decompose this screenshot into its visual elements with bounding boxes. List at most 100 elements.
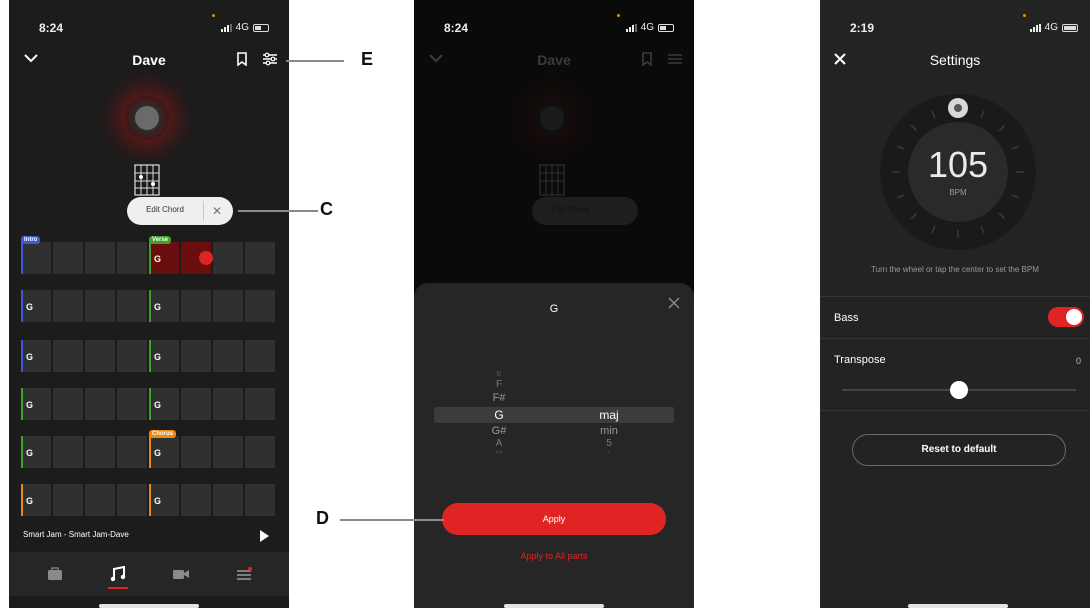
- chord-cell[interactable]: [245, 340, 275, 372]
- selected-chord-title: G: [549, 303, 559, 315]
- divider: [820, 296, 1090, 297]
- note-option[interactable]: F#: [454, 392, 544, 404]
- chord-cell[interactable]: [53, 290, 83, 322]
- close-icon[interactable]: [668, 297, 680, 309]
- status-bar: 8:24 4G: [414, 0, 694, 40]
- chord-cell[interactable]: [117, 242, 147, 274]
- chord-cell[interactable]: [213, 484, 243, 516]
- settings-sliders-icon: [668, 54, 682, 64]
- transpose-label: Transpose: [834, 354, 886, 366]
- chord-cell[interactable]: [245, 290, 275, 322]
- chord-cell[interactable]: G: [21, 340, 51, 372]
- note-option[interactable]: G#: [454, 425, 544, 437]
- mic-indicator-icon: [1023, 14, 1026, 17]
- chord-cell[interactable]: [245, 436, 275, 468]
- transpose-slider-thumb[interactable]: [950, 381, 968, 399]
- note-option[interactable]: F: [454, 379, 544, 390]
- play-icon[interactable]: [260, 530, 269, 542]
- chord-cell[interactable]: [117, 484, 147, 516]
- note-option[interactable]: A: [454, 438, 544, 449]
- chord-cell[interactable]: [245, 242, 275, 274]
- chord-cell[interactable]: [213, 242, 243, 274]
- chord-cell[interactable]: [213, 340, 243, 372]
- quality-option[interactable]: 5: [564, 438, 654, 449]
- chord-cell[interactable]: [181, 388, 211, 420]
- briefcase-icon[interactable]: [40, 559, 70, 589]
- bookmark-icon[interactable]: [236, 52, 248, 66]
- chord-cell[interactable]: [53, 484, 83, 516]
- music-note-icon[interactable]: [103, 559, 133, 589]
- top-bar: Settings: [820, 40, 1090, 78]
- note-option[interactable]: E: [454, 371, 544, 378]
- bpm-wheel-knob[interactable]: [948, 98, 968, 118]
- transpose-value: 0: [1076, 356, 1082, 366]
- chord-cell[interactable]: [181, 340, 211, 372]
- chord-cell[interactable]: [213, 388, 243, 420]
- bass-toggle[interactable]: [1048, 307, 1084, 327]
- edit-chord-button[interactable]: Edit Chord: [127, 205, 203, 214]
- top-bar: Dave: [9, 40, 289, 78]
- chord-cell[interactable]: [53, 242, 83, 274]
- quality-option[interactable]: 7: [564, 450, 654, 455]
- chord-cell[interactable]: [53, 388, 83, 420]
- bpm-center-button[interactable]: 105 BPM: [908, 122, 1008, 222]
- chord-cell[interactable]: [85, 436, 115, 468]
- chord-cell[interactable]: [245, 388, 275, 420]
- chord-cell[interactable]: [181, 290, 211, 322]
- video-camera-icon[interactable]: [166, 559, 196, 589]
- artist-avatar[interactable]: [125, 96, 169, 140]
- chord-cell[interactable]: [117, 340, 147, 372]
- network-status: 4G: [1029, 22, 1078, 33]
- chord-cell[interactable]: [117, 388, 147, 420]
- chord-cell[interactable]: G: [149, 340, 179, 372]
- chord-cell[interactable]: [85, 388, 115, 420]
- chord-cell[interactable]: G: [21, 484, 51, 516]
- chord-cell[interactable]: G: [149, 484, 179, 516]
- chord-cell[interactable]: [53, 340, 83, 372]
- chord-cell[interactable]: [53, 436, 83, 468]
- page-title: Settings: [929, 52, 981, 68]
- bass-label: Bass: [834, 312, 859, 324]
- bottom-tab-bar: [9, 552, 289, 596]
- chord-cell[interactable]: G: [21, 290, 51, 322]
- apply-button[interactable]: Apply: [442, 503, 666, 535]
- chord-cell[interactable]: G: [149, 388, 179, 420]
- chord-row: G G: [21, 484, 275, 516]
- chord-cell[interactable]: Chorus G: [149, 430, 179, 468]
- battery-icon: [253, 23, 269, 32]
- chord-cell[interactable]: [117, 436, 147, 468]
- chord-cell[interactable]: [85, 242, 115, 274]
- menu-icon[interactable]: [229, 559, 259, 589]
- artist-avatar: [530, 96, 574, 140]
- chord-cell[interactable]: [181, 484, 211, 516]
- close-icon[interactable]: ✕: [212, 204, 222, 218]
- chord-cell[interactable]: [213, 436, 243, 468]
- chord-cell[interactable]: G: [21, 388, 51, 420]
- chord-diagram-icon: [134, 164, 160, 196]
- chord-cell[interactable]: [85, 484, 115, 516]
- chord-cell[interactable]: [213, 290, 243, 322]
- note-option-selected[interactable]: G: [454, 408, 544, 422]
- quality-option-selected[interactable]: maj: [564, 408, 654, 422]
- chord-cell[interactable]: [181, 436, 211, 468]
- reset-to-default-button[interactable]: Reset to default: [852, 434, 1066, 466]
- chord-cell[interactable]: G: [149, 290, 179, 322]
- chord-cell[interactable]: [245, 484, 275, 516]
- chord-cell-active[interactable]: Verse G: [149, 236, 179, 274]
- chord-cell[interactable]: [85, 290, 115, 322]
- note-option[interactable]: A#: [454, 450, 544, 455]
- battery-icon: [658, 23, 674, 32]
- chord-cell[interactable]: [117, 290, 147, 322]
- chord-cell[interactable]: [85, 340, 115, 372]
- chord-diagram-icon: [539, 164, 565, 196]
- apply-to-all-parts-link[interactable]: Apply to All parts: [414, 551, 694, 561]
- chord-cell[interactable]: G: [21, 436, 51, 468]
- active-tab-indicator: [107, 587, 128, 589]
- chord-cell-active[interactable]: [181, 242, 213, 274]
- settings-sliders-icon[interactable]: [262, 52, 278, 66]
- quality-option[interactable]: min: [564, 425, 654, 437]
- chord-cell[interactable]: Intro: [21, 236, 51, 274]
- bpm-wheel[interactable]: 105 BPM: [880, 94, 1036, 250]
- chord-wheel-picker[interactable]: E F F# G G# A A# maj min 5 7: [434, 371, 674, 455]
- divider: [820, 410, 1090, 411]
